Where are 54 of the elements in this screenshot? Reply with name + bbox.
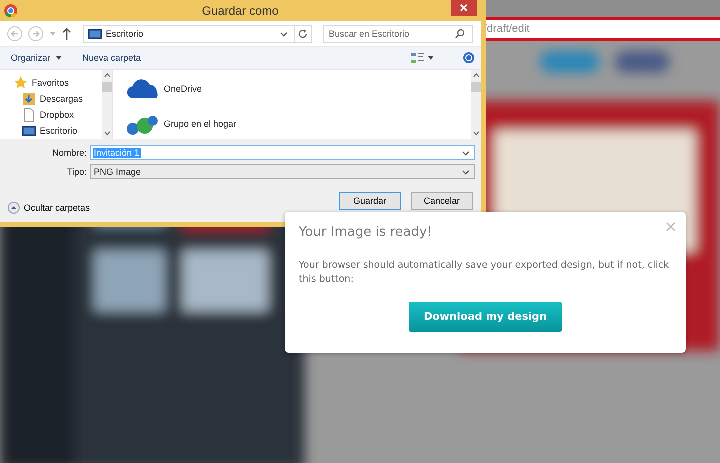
help-icon[interactable] xyxy=(463,52,475,64)
file-type-dropdown[interactable]: PNG Image xyxy=(90,164,475,179)
close-icon xyxy=(460,4,468,12)
nav-item[interactable]: Dropbox xyxy=(14,108,102,122)
chevron-icon xyxy=(462,168,470,174)
cancel-button[interactable]: Cancelar xyxy=(411,192,473,210)
location-text: Escritorio xyxy=(106,28,144,38)
desktop-icon xyxy=(22,124,36,138)
back-icon[interactable] xyxy=(7,26,23,42)
close-icon[interactable] xyxy=(666,222,676,232)
refresh-icon xyxy=(298,28,308,38)
search-icon[interactable] xyxy=(455,28,465,38)
download-folder-icon xyxy=(22,92,36,106)
view-options-icon[interactable] xyxy=(411,52,435,64)
close-button[interactable] xyxy=(451,0,477,16)
document-icon xyxy=(22,108,36,122)
save-button[interactable]: Guardar xyxy=(339,192,401,210)
chevron-icon xyxy=(462,150,470,156)
caret-icon xyxy=(54,55,63,61)
cloud-icon xyxy=(125,78,159,100)
scroll-down-icon xyxy=(472,131,480,136)
forward-icon[interactable] xyxy=(28,26,44,42)
scroll-down-icon xyxy=(104,131,110,136)
scroll-up-icon xyxy=(472,73,480,78)
folder-item[interactable]: OneDrive xyxy=(125,76,471,102)
desktop-icon xyxy=(88,28,102,38)
modal-message: Your browser should automatically save your exported design, but if not, click this button: xyxy=(299,259,670,287)
browser-logo-icon xyxy=(4,4,18,18)
search-field[interactable]: Buscar en Escritorio xyxy=(323,24,473,42)
scrollbar[interactable] xyxy=(471,70,481,139)
collapse-icon xyxy=(8,202,20,214)
toolbar-button[interactable]: Organizar xyxy=(8,53,66,63)
scroll-up-icon xyxy=(104,73,110,78)
scroll-thumb[interactable] xyxy=(102,82,112,92)
nav-item[interactable]: Favoritos xyxy=(14,76,102,90)
up-icon[interactable] xyxy=(62,26,72,40)
folder-item[interactable]: Grupo en el hogar xyxy=(125,111,471,137)
field-label: Tipo: xyxy=(66,166,88,176)
hide-folders-button[interactable]: Ocultar carpetas xyxy=(8,202,90,214)
scroll-thumb[interactable] xyxy=(471,82,481,92)
field-label: Nombre: xyxy=(51,148,88,158)
window-title: Guardar como xyxy=(201,4,280,18)
refresh-button[interactable] xyxy=(294,24,312,42)
location-field[interactable]: Escritorio xyxy=(83,24,295,42)
nav-item[interactable]: Descargas xyxy=(14,92,102,106)
address-text: /draft/edit xyxy=(484,23,530,35)
chevron-icon[interactable] xyxy=(280,30,288,36)
nav-item[interactable]: Escritorio xyxy=(14,124,102,138)
scrollbar[interactable] xyxy=(102,70,112,139)
modal-title: Your Image is ready! xyxy=(299,225,434,240)
spheres-icon xyxy=(125,113,159,135)
toolbar-button[interactable]: Nueva carpeta xyxy=(80,53,144,63)
dropdown-icon[interactable] xyxy=(49,30,57,36)
star-icon xyxy=(14,76,28,90)
